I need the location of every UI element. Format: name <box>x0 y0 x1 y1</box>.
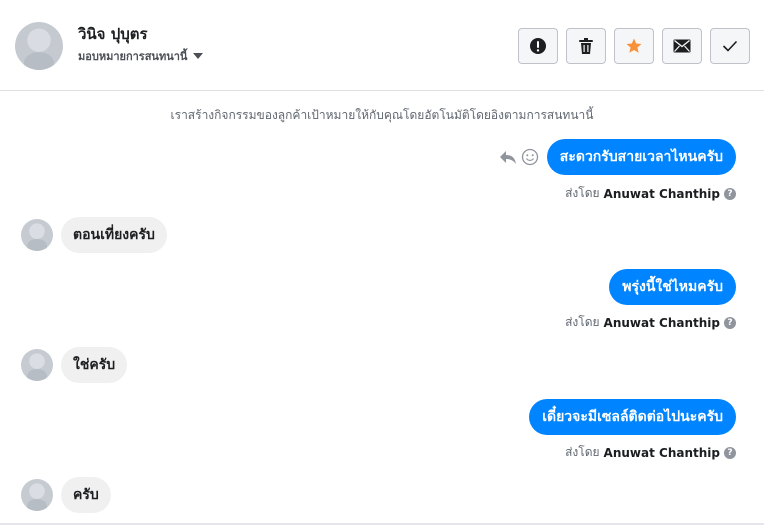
agent-name: Anuwat Chanthip <box>603 445 720 460</box>
mark-spam-button[interactable] <box>518 28 558 64</box>
sent-by-prefix: ส่งโดย <box>565 186 600 200</box>
envelope-icon <box>673 39 691 53</box>
message-row: พรุ่งนี้ใช่ไหมครับ <box>609 269 736 305</box>
conversation-header: วินิจ ปุบุตร มอบหมายการสนทนานี้ <box>0 0 764 91</box>
smiley-icon[interactable] <box>521 148 539 166</box>
mark-unread-button[interactable] <box>662 28 702 64</box>
sent-by-prefix: ส่งโดย <box>565 445 600 459</box>
contact-name[interactable]: วินิจ ปุบุตร <box>78 22 148 46</box>
message-row: ใช่ครับ <box>21 347 128 383</box>
star-button[interactable] <box>614 28 654 64</box>
contact-avatar[interactable] <box>15 22 63 70</box>
incoming-message-bubble[interactable]: ตอนเที่ยงครับ <box>61 217 167 253</box>
sent-by-line: ส่งโดย Anuwat Chanthip ? <box>565 313 736 332</box>
conversation-actions <box>518 28 750 64</box>
message-hover-tools <box>499 148 539 166</box>
delete-button[interactable] <box>566 28 606 64</box>
incoming-message-bubble[interactable]: ใช่ครับ <box>61 347 128 383</box>
message-row: เดี๋ยวจะมีเซลล์ติดต่อไปนะครับ <box>529 399 736 435</box>
contact-avatar-small <box>21 349 53 381</box>
outgoing-message-bubble[interactable]: พรุ่งนี้ใช่ไหมครับ <box>609 269 736 305</box>
assign-conversation-label: มอบหมายการสนทนานี้ <box>78 50 188 63</box>
contact-avatar-small <box>21 219 53 251</box>
message-row: สะดวกรับสายเวลาไหนครับ <box>499 139 736 175</box>
help-icon[interactable]: ? <box>724 316 736 329</box>
outgoing-message-bubble[interactable]: สะดวกรับสายเวลาไหนครับ <box>546 139 736 175</box>
help-icon[interactable]: ? <box>724 446 736 459</box>
automation-notice: เราสร้างกิจกรรมของลูกค้าเป้าหมายให้กับคุ… <box>170 108 594 122</box>
incoming-message-bubble[interactable]: ครับ <box>61 477 111 513</box>
sent-by-prefix: ส่งโดย <box>565 315 600 329</box>
message-row: ครับ <box>21 477 111 513</box>
outgoing-message-bubble[interactable]: เดี๋ยวจะมีเซลล์ติดต่อไปนะครับ <box>529 399 736 435</box>
caret-down-icon <box>193 53 204 59</box>
agent-name: Anuwat Chanthip <box>603 186 720 201</box>
help-icon[interactable]: ? <box>724 187 736 200</box>
assign-conversation-dropdown[interactable]: มอบหมายการสนทนานี้ <box>78 47 204 65</box>
checkmark-icon <box>722 40 738 52</box>
sent-by-line: ส่งโดย Anuwat Chanthip ? <box>565 184 736 203</box>
exclamation-circle-icon <box>530 38 546 54</box>
mark-done-button[interactable] <box>710 28 750 64</box>
agent-name: Anuwat Chanthip <box>603 315 720 330</box>
star-icon <box>626 38 642 53</box>
message-row: ตอนเที่ยงครับ <box>21 217 167 253</box>
sent-by-line: ส่งโดย Anuwat Chanthip ? <box>565 443 736 462</box>
reply-icon[interactable] <box>499 149 517 165</box>
contact-avatar-small <box>21 479 53 511</box>
trash-icon <box>579 38 593 54</box>
